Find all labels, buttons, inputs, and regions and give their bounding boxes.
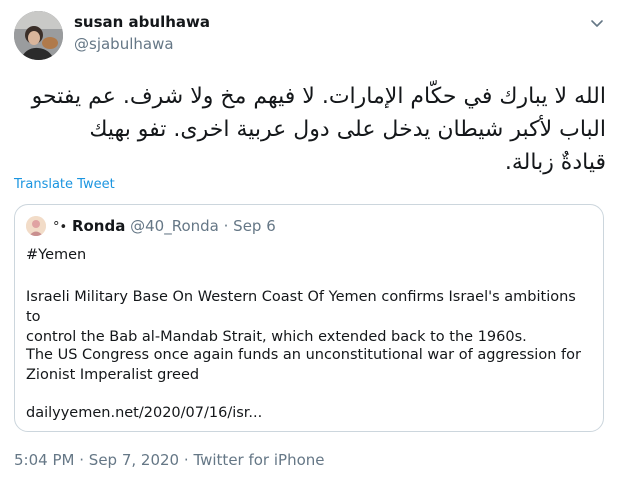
quoted-line: The US Congress once again funds an unco…	[26, 347, 581, 363]
quoted-line: Israeli Military Base On Western Coast O…	[26, 289, 576, 325]
author-name[interactable]: susan abulhawa	[74, 13, 210, 31]
quoted-author-avatar	[26, 216, 46, 236]
quoted-hashtag: #Yemen	[26, 247, 87, 263]
quoted-link: dailyyemen.net/2020/07/16/isr...	[26, 405, 263, 421]
tweet-date[interactable]: Sep 7, 2020	[89, 451, 179, 469]
tweet-footer: 5:04 PM · Sep 7, 2020 · Twitter for iPho…	[14, 451, 325, 469]
author-handle[interactable]: @sjabulhawa	[74, 35, 174, 53]
quoted-tweet-card[interactable]: °• Ronda @40_Ronda · Sep 6 #Yemen Israel…	[14, 204, 604, 432]
quoted-line: control the Bab al-Mandab Strait, which …	[26, 329, 527, 345]
quoted-author-meta: @40_Ronda · Sep 6	[130, 217, 276, 235]
quoted-header: °• Ronda @40_Ronda · Sep 6	[53, 217, 276, 235]
chevron-down-icon[interactable]	[588, 14, 606, 32]
tweet-line: الله لا يبارك في حكّام الإمارات. لا فيهم…	[31, 84, 606, 109]
quoted-paragraph-1: Israeli Military Base On Western Coast O…	[26, 287, 591, 347]
quoted-emoji: °•	[53, 220, 68, 235]
tweet-source[interactable]: Twitter for iPhone	[193, 451, 324, 469]
tweet-time[interactable]: 5:04 PM	[14, 451, 74, 469]
quoted-line: Zionist Imperalist greed	[26, 367, 200, 383]
author-avatar[interactable]	[14, 11, 63, 60]
tweet-text: الله لا يبارك في حكّام الإمارات. لا فيهم…	[14, 80, 606, 179]
tweet-line: قيادةٌ زبالة.	[504, 150, 606, 175]
translate-tweet-link[interactable]: Translate Tweet	[14, 177, 115, 192]
quoted-author-name: Ronda	[71, 217, 126, 235]
quoted-paragraph-2: The US Congress once again funds an unco…	[26, 345, 591, 385]
footer-separator: ·	[79, 451, 85, 469]
tweet-line: الباب لأكبر شيطان يدخل على دول عربية اخر…	[89, 117, 606, 142]
footer-separator: ·	[183, 451, 189, 469]
